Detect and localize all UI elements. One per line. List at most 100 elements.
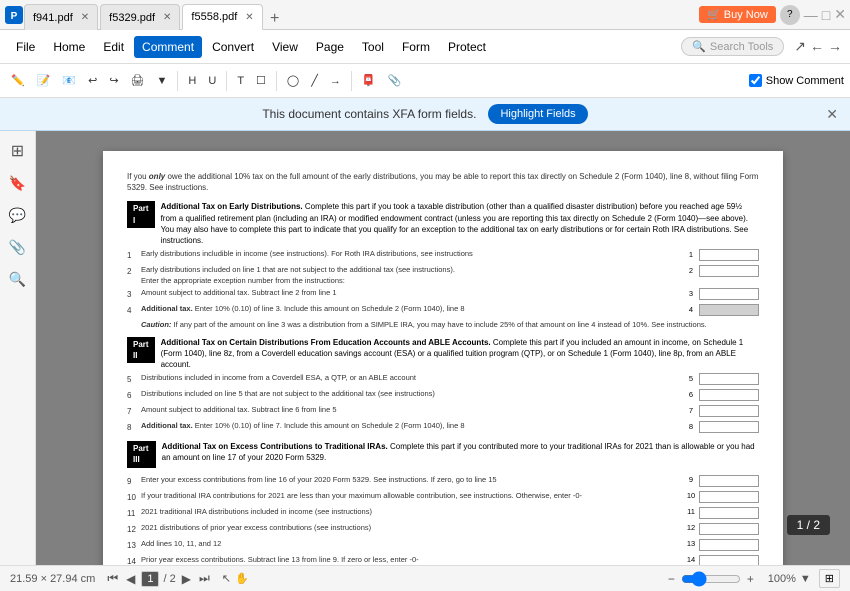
input-line-6[interactable] [699,389,759,401]
input-line-9[interactable] [699,475,759,487]
title-bar-controls: 🛒 Buy Now ? — □ ✕ [699,5,846,25]
toolbar-btn-5[interactable]: ↪ [104,71,123,90]
row-1: 1 Early distributions includible in inco… [127,249,759,263]
toolbar-text[interactable]: T [232,72,249,90]
prev-page-button[interactable]: ◀ [124,570,137,588]
input-line-3[interactable] [699,288,759,300]
tab-f5329[interactable]: f5329.pdf ✕ [100,4,180,30]
status-bar-right: − + 100% ▼ ⊞ [666,569,840,588]
first-page-button[interactable]: ⏮ [105,569,120,588]
toolbar-arrow[interactable]: → [325,72,346,90]
input-line-5[interactable] [699,373,759,385]
tab-f941-close[interactable]: ✕ [81,12,89,23]
pdf-content-area[interactable]: If you only owe the additional 10% tax o… [36,131,850,565]
toolbar-btn-4[interactable]: ↩ [83,71,102,90]
show-comment-toggle[interactable]: Show Comment [749,74,844,87]
tab-f5329-close[interactable]: ✕ [163,12,171,23]
toolbar-underline[interactable]: U [203,72,221,90]
toolbar-line[interactable]: ╱ [306,71,323,90]
help-icon: ? [780,5,800,25]
comment-toolbar: ✏️ 📝 📧 ↩ ↪ 🖨 ▼ H U T ☐ ◯ ╱ → 📮 📎 Show Co… [0,64,850,98]
toolbar-btn-dropdown[interactable]: ▼ [152,72,173,90]
toolbar-shape[interactable]: ◯ [282,71,304,90]
row-10: 10 If your traditional IRA contributions… [127,491,759,505]
fit-page-button[interactable]: ⊞ [819,569,840,588]
page-dimensions: 21.59 × 27.94 cm [10,573,95,585]
share-icon[interactable]: ↗ [794,38,806,55]
input-line-8[interactable] [699,421,759,433]
sidebar-icon-bookmark[interactable]: 🔖 [4,169,32,197]
menu-home[interactable]: Home [45,36,93,58]
tab-f941[interactable]: f941.pdf ✕ [24,4,98,30]
pdf-viewer: If you only owe the additional 10% tax o… [36,131,850,565]
tab-f5558[interactable]: f5558.pdf ✕ [182,4,262,30]
sidebar-icon-search[interactable]: 🔍 [4,265,32,293]
sidebar: ⊞ 🔖 💬 📎 🔍 [0,131,36,565]
pdf-page: If you only owe the additional 10% tax o… [103,151,783,565]
zoom-out-button[interactable]: − [666,570,677,588]
select-cursor-icon[interactable]: ↖ [222,572,231,585]
buy-now-button[interactable]: 🛒 Buy Now [699,6,776,23]
toolbar-text-box[interactable]: ☐ [251,71,271,90]
menu-tool[interactable]: Tool [354,36,392,58]
menu-file[interactable]: File [8,36,43,58]
add-tab-button[interactable]: + [265,9,285,29]
forward-icon[interactable]: → [828,38,842,55]
zoom-level: 100% [760,573,796,585]
input-line-4[interactable] [699,304,759,316]
close-button[interactable]: ✕ [834,6,846,23]
part-ii-section: Part II Additional Tax on Certain Distri… [127,337,759,436]
maximize-button[interactable]: □ [822,7,830,23]
sidebar-icon-attachment[interactable]: 📎 [4,233,32,261]
input-line-2[interactable] [699,265,759,277]
menu-edit[interactable]: Edit [95,36,132,58]
sidebar-icon-comment[interactable]: 💬 [4,201,32,229]
input-line-14[interactable] [699,555,759,565]
back-icon[interactable]: ← [810,38,824,55]
input-line-10[interactable] [699,491,759,503]
row-13: 13 Add lines 10, 11, and 12 13 [127,539,759,553]
toolbar-sep-1 [177,71,178,91]
input-line-12[interactable] [699,523,759,535]
svg-text:P: P [11,11,18,22]
toolbar-btn-6[interactable]: 🖨 [126,71,150,90]
input-line-11[interactable] [699,507,759,519]
menu-view[interactable]: View [264,36,306,58]
menu-comment[interactable]: Comment [134,36,202,58]
minimize-button[interactable]: — [804,7,818,23]
search-tools-box[interactable]: 🔍 Search Tools [681,37,784,56]
menu-form[interactable]: Form [394,36,438,58]
part-i-header: Part I [127,201,155,227]
toolbar-attach[interactable]: 📎 [383,71,407,90]
row-8: 8 Additional tax. Enter 10% (0.10) of li… [127,421,759,435]
current-page-input[interactable]: 1 [141,571,159,587]
tab-f5558-close[interactable]: ✕ [245,12,253,23]
row-4: 4 Additional tax. Enter 10% (0.10) of li… [127,304,759,318]
main-area: ⊞ 🔖 💬 📎 🔍 If you only owe the additional… [0,131,850,565]
input-line-13[interactable] [699,539,759,551]
sidebar-icon-pages[interactable]: ⊞ [4,137,32,165]
toolbar-highlight[interactable]: H [183,72,201,90]
show-comment-checkbox[interactable] [749,74,762,87]
toolbar-btn-3[interactable]: 📧 [57,71,81,90]
last-page-button[interactable]: ⏭ [197,569,212,588]
hand-cursor-icon[interactable]: ✋ [235,572,249,585]
toolbar-stamp[interactable]: 📮 [357,71,381,90]
toolbar-btn-1[interactable]: ✏️ [6,71,30,90]
zoom-in-button[interactable]: + [745,570,756,588]
input-line-7[interactable] [699,405,759,417]
zoom-dropdown-icon[interactable]: ▼ [800,573,811,585]
next-page-button[interactable]: ▶ [180,570,193,588]
zoom-slider[interactable] [681,571,741,587]
menu-page[interactable]: Page [308,36,352,58]
tab-bar: f941.pdf ✕ f5329.pdf ✕ f5558.pdf ✕ + [24,0,699,29]
app-icon: P [4,5,24,25]
menu-protect[interactable]: Protect [440,36,494,58]
part-iii-header-row: Part III Additional Tax on Excess Contri… [127,441,759,471]
banner-close-button[interactable]: ✕ [826,106,838,123]
toolbar-btn-2[interactable]: 📝 [32,71,56,90]
highlight-fields-button[interactable]: Highlight Fields [488,104,587,124]
search-placeholder: Search Tools [710,41,773,53]
input-line-1[interactable] [699,249,759,261]
menu-convert[interactable]: Convert [204,36,262,58]
